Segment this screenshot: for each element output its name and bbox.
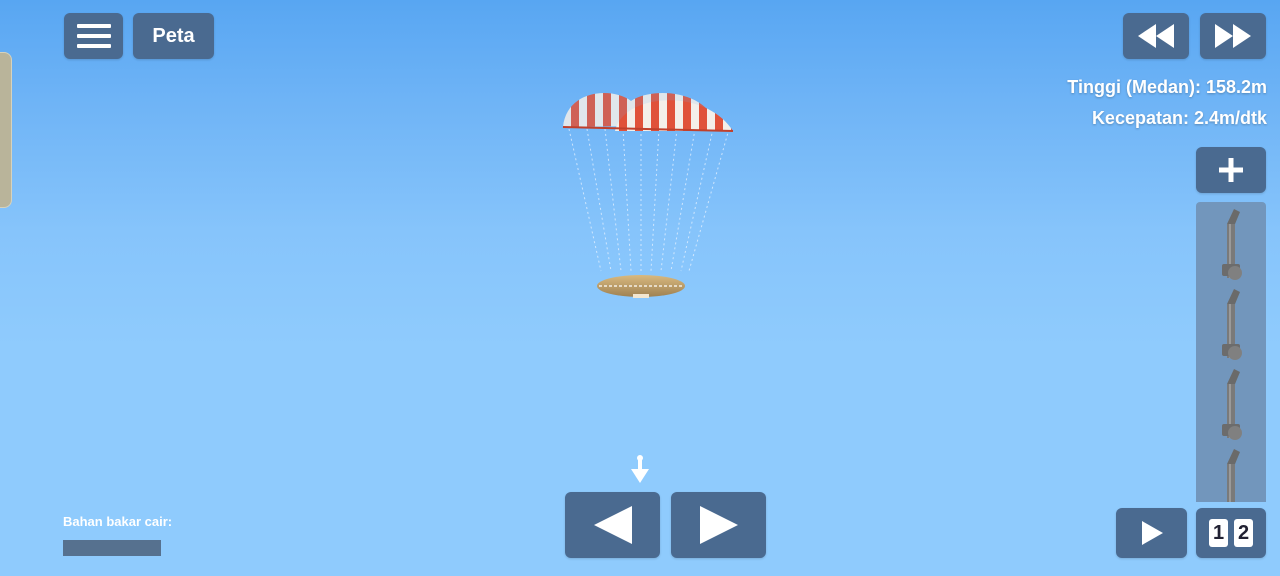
staging-panel[interactable]: [1196, 202, 1266, 502]
zoom-in-button[interactable]: [1196, 147, 1266, 193]
arrow-right-icon: [699, 506, 738, 544]
parachute-part-icon[interactable]: [1196, 206, 1266, 286]
rotate-left-button[interactable]: [565, 492, 660, 558]
rewind-button[interactable]: [1123, 13, 1189, 59]
map-button-label: Peta: [152, 24, 195, 47]
play-icon: [1141, 521, 1163, 545]
menu-button[interactable]: [64, 13, 123, 59]
map-button[interactable]: Peta: [133, 13, 214, 59]
capsule-with-parachute: [562, 92, 734, 298]
stage-digit-2: 2: [1234, 519, 1253, 547]
parachute-part-icon[interactable]: [1196, 366, 1266, 446]
plus-icon: [1219, 158, 1243, 182]
activate-stage-button[interactable]: [1116, 508, 1187, 558]
down-arrow-marker-icon: [630, 454, 650, 489]
fast-forward-button[interactable]: [1200, 13, 1266, 59]
fuel-gauge: [63, 540, 161, 556]
stage-digit-1: 1: [1209, 519, 1228, 547]
altitude-readout: Tinggi (Medan): 158.2m: [1067, 77, 1267, 97]
stage-number-button[interactable]: 1 2: [1196, 508, 1266, 558]
parachute-part-icon[interactable]: [1196, 286, 1266, 366]
speed-readout: Kecepatan: 2.4m/dtk: [1091, 108, 1267, 128]
rewind-icon: [1138, 24, 1174, 48]
hamburger-icon: [76, 24, 111, 48]
rotate-right-button[interactable]: [671, 492, 766, 558]
parachute-lines: [568, 128, 730, 272]
parachute-part-icon[interactable]: [1196, 446, 1266, 502]
side-drawer-handle[interactable]: [0, 52, 12, 208]
arrow-left-icon: [593, 506, 632, 544]
fuel-label: Bahan bakar cair:: [63, 514, 173, 529]
fast-forward-icon: [1215, 24, 1251, 48]
